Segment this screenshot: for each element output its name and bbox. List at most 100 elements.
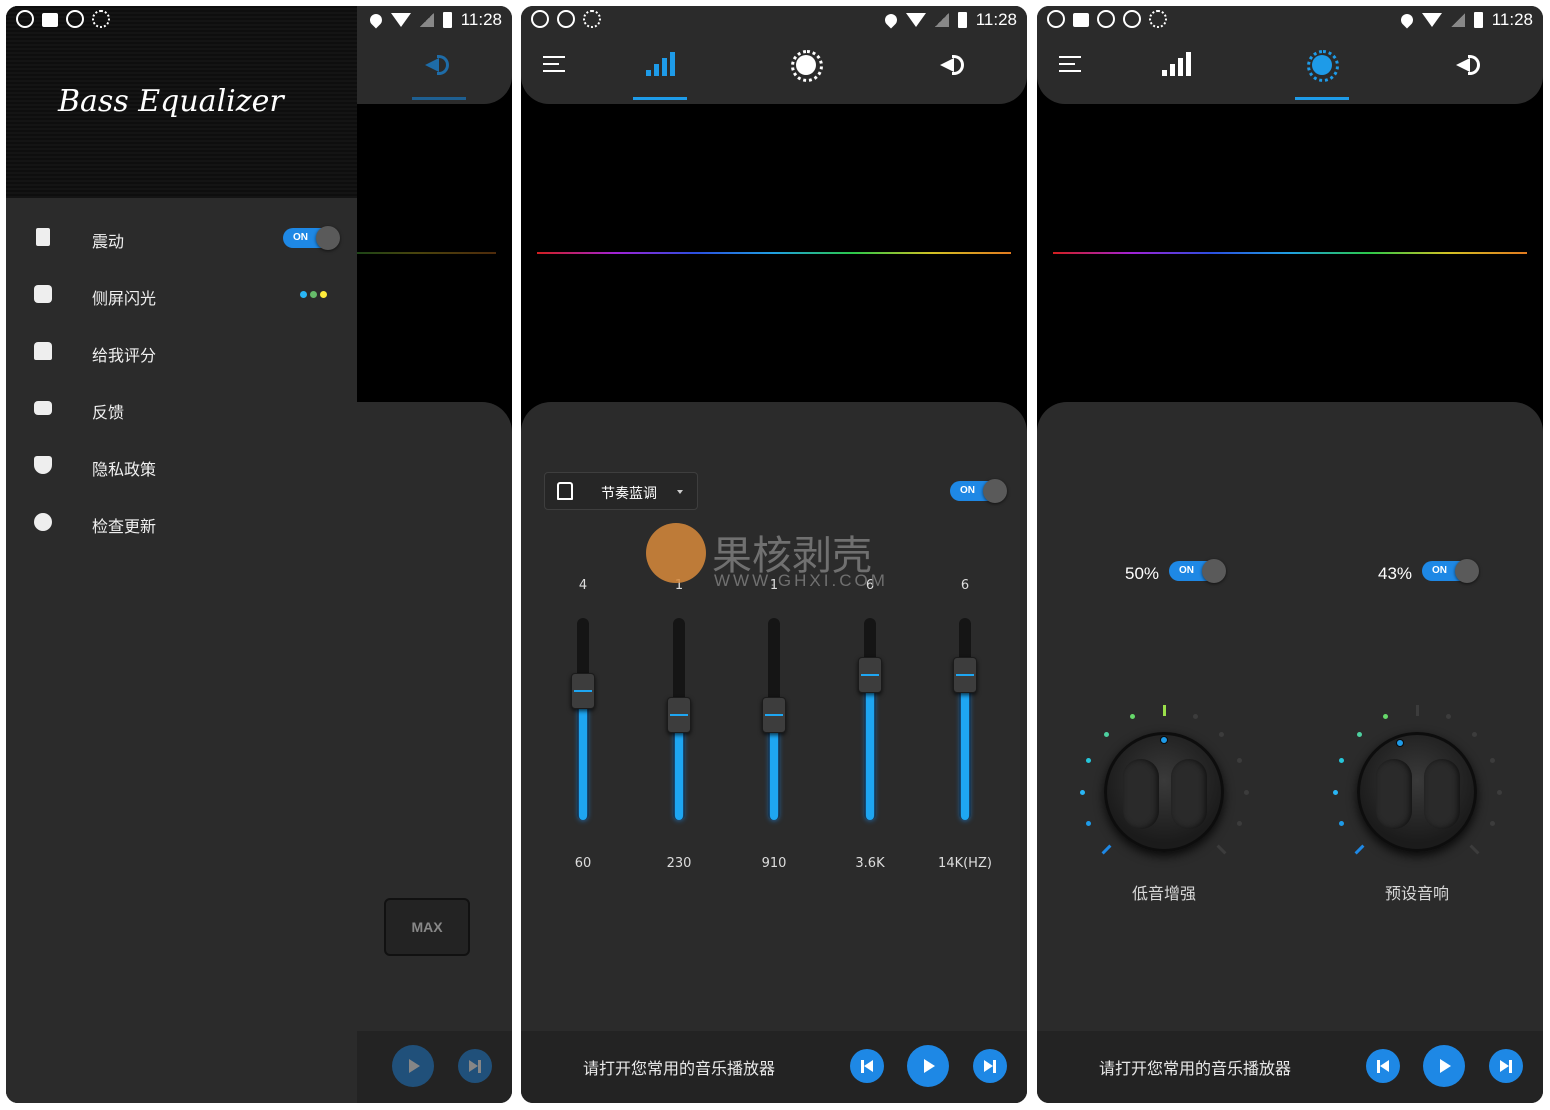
- dial-tick: [1338, 820, 1344, 826]
- band-gain: 4: [578, 578, 588, 593]
- shield-notification-icon: [1097, 10, 1115, 28]
- tab-bass[interactable]: [779, 48, 833, 98]
- tab-speaker[interactable]: [927, 48, 981, 98]
- update-icon: [34, 513, 52, 531]
- virtualizer-dial[interactable]: [1327, 702, 1507, 882]
- previous-button[interactable]: [850, 1049, 884, 1083]
- band-gain: 6: [960, 578, 970, 593]
- dial-tick: [1383, 713, 1389, 719]
- slider-handle[interactable]: [571, 673, 595, 709]
- bass-boost-dial[interactable]: [1074, 702, 1254, 882]
- dial-tick: [1490, 820, 1496, 826]
- wifi-icon: [905, 13, 926, 27]
- drawer-item-edge-light[interactable]: 侧屏闪光: [6, 267, 357, 323]
- next-button[interactable]: [1489, 1049, 1523, 1083]
- bass-boost-toggle[interactable]: ON: [1169, 559, 1226, 583]
- clock: 11:28: [1491, 10, 1533, 29]
- dial-tick: [1415, 704, 1419, 716]
- navigation-drawer: Bass Equalizer 震动 ON 侧屏闪光 给我评分 反馈 隐私政策 检…: [6, 6, 357, 1103]
- slider-fill: [866, 675, 874, 820]
- eq-band[interactable]: 6 3.6K: [840, 578, 900, 878]
- metronome-icon: [557, 482, 573, 500]
- dial-knob: [1104, 732, 1224, 852]
- broadcast-icon: [583, 10, 601, 28]
- slider-track[interactable]: [864, 618, 876, 820]
- image-notification-icon: [1073, 13, 1089, 27]
- wifi-icon: [1421, 13, 1442, 27]
- tab-underline: [1295, 97, 1349, 100]
- play-button[interactable]: [392, 1045, 434, 1087]
- skip-previous-icon: [1377, 1059, 1389, 1073]
- eq-band[interactable]: 1 230: [649, 578, 709, 878]
- tab-speaker[interactable]: [1443, 48, 1497, 98]
- slider-track[interactable]: [577, 618, 589, 820]
- play-button[interactable]: [1423, 1045, 1465, 1087]
- max-button[interactable]: MAX: [384, 898, 470, 956]
- preset-dropdown[interactable]: 节奏蓝调: [544, 472, 698, 510]
- drawer-item-rate[interactable]: 给我评分: [6, 324, 357, 380]
- eq-band[interactable]: 6 14K(HZ): [935, 578, 995, 878]
- edge-light-colors[interactable]: [300, 291, 327, 298]
- next-button[interactable]: [458, 1049, 492, 1083]
- status-bar: 11:28: [6, 6, 512, 34]
- watermark-logo: [646, 523, 706, 583]
- phone-screen-drawer: MAX Bass Equalizer 震动 ON 侧屏闪光 给我评分 反馈 隐私…: [6, 6, 512, 1103]
- eq-band[interactable]: 1 910: [744, 578, 804, 878]
- previous-button[interactable]: [1366, 1049, 1400, 1083]
- slider-handle[interactable]: [858, 657, 882, 693]
- tab-speaker[interactable]: [412, 48, 466, 100]
- dial-tick: [1085, 820, 1091, 826]
- preset-label: 节奏蓝调: [601, 486, 657, 502]
- no-signal-icon: [934, 13, 949, 27]
- play-icon: [1440, 1059, 1451, 1073]
- drawer-item-update[interactable]: 检查更新: [6, 495, 357, 551]
- shield-icon: [34, 456, 52, 474]
- thumbs-up-icon: [34, 342, 52, 360]
- slider-handle[interactable]: [762, 697, 786, 733]
- visualizer-line: [1053, 252, 1527, 254]
- speaker-icon: [425, 52, 453, 78]
- menu-icon: [543, 56, 565, 72]
- eq-band[interactable]: 4 60: [553, 578, 613, 878]
- tab-equalizer[interactable]: [633, 48, 687, 100]
- menu-button[interactable]: [527, 48, 581, 98]
- drawer-item-feedback[interactable]: 反馈: [6, 381, 357, 437]
- phone-screen-equalizer: 节奏蓝调 ON 4 60 1 230 1 910 6 3.6K 6 14K(HZ) 果核剥壳 WW…: [521, 6, 1027, 1103]
- dial-tick: [1445, 713, 1451, 719]
- play-button[interactable]: [907, 1045, 949, 1087]
- eq-notification-icon: [1123, 10, 1141, 28]
- tab-equalizer[interactable]: [1149, 48, 1203, 98]
- tab-underline: [412, 97, 466, 100]
- bass-panel: 50% ON 43% ON 低音增强 预设音响: [1037, 402, 1543, 1042]
- broadcast-icon: [1149, 10, 1167, 28]
- slider-handle[interactable]: [953, 657, 977, 693]
- drawer-header: Bass Equalizer: [6, 6, 357, 198]
- equalizer-toggle[interactable]: ON: [950, 479, 1007, 503]
- dial-tick: [1237, 758, 1243, 764]
- menu-button[interactable]: [1043, 48, 1097, 98]
- play-icon: [924, 1059, 935, 1073]
- virtualizer-toggle[interactable]: ON: [1422, 559, 1479, 583]
- toggle-label: ON: [1179, 565, 1194, 576]
- image-notification-icon: [42, 13, 58, 27]
- dial-tick: [1237, 820, 1243, 826]
- vibration-toggle[interactable]: ON: [283, 226, 340, 250]
- dial-tick: [1332, 789, 1338, 795]
- play-icon: [409, 1059, 420, 1073]
- dial-tick: [1130, 713, 1136, 719]
- player-prompt: 请打开您常用的音乐播放器: [1099, 1059, 1292, 1078]
- drawer-item-vibration[interactable]: 震动 ON: [6, 210, 357, 266]
- no-signal-icon: [419, 13, 434, 27]
- drawer-item-label: 检查更新: [92, 517, 157, 536]
- next-button[interactable]: [973, 1049, 1007, 1083]
- band-frequency: 3.6K: [855, 856, 885, 871]
- dial-tick: [1217, 845, 1227, 855]
- drawer-item-privacy[interactable]: 隐私政策: [6, 438, 357, 494]
- slider-track[interactable]: [959, 618, 971, 820]
- virtualizer-percent: 43%: [1378, 564, 1413, 583]
- clock: 11:28: [460, 10, 502, 29]
- clock: 11:28: [975, 10, 1017, 29]
- dial-tick: [1162, 704, 1166, 716]
- tab-bass[interactable]: [1295, 48, 1349, 100]
- slider-handle[interactable]: [667, 697, 691, 733]
